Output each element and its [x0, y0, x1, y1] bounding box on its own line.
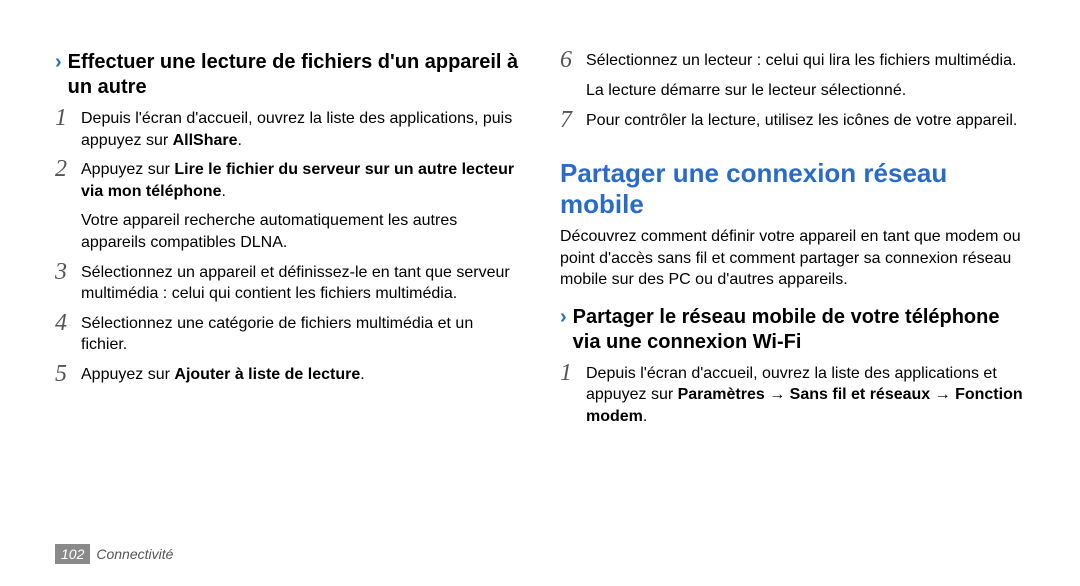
step-2: 2 Appuyez sur Lire le fichier du serveur… [55, 159, 520, 202]
right-subheading: › Partager le réseau mobile de votre tél… [560, 305, 1025, 355]
step-number: 5 [55, 362, 81, 386]
step-text: Depuis l'écran d'accueil, ouvrez la list… [81, 110, 512, 149]
step-number: 1 [560, 361, 586, 385]
page-number: 102 [55, 544, 90, 564]
page-footer: 102 Connectivité [55, 544, 173, 564]
step-bold: Ajouter à liste de lecture [174, 366, 360, 383]
step-5: 5 Appuyez sur Ajouter à liste de lecture… [55, 364, 520, 386]
step-1: 1 Depuis l'écran d'accueil, ouvrez la li… [55, 108, 520, 151]
step-body: Depuis l'écran d'accueil, ouvrez la list… [586, 363, 1025, 428]
arrow-sep: → [765, 386, 790, 403]
right-column: 6 Sélectionnez un lecteur : celui qui li… [560, 50, 1025, 556]
step-body: Sélectionnez un appareil et définissez-l… [81, 262, 520, 305]
chevron-icon: › [560, 305, 567, 330]
step-number: 7 [560, 108, 586, 132]
section-title: Partager une connexion réseau mobile [560, 158, 1025, 220]
step-4: 4 Sélectionnez une catégorie de fichiers… [55, 313, 520, 356]
step-number: 1 [55, 106, 81, 130]
page: › Effectuer une lecture de fichiers d'un… [0, 0, 1080, 586]
step-bold: AllShare [173, 132, 238, 149]
step-body: Sélectionnez une catégorie de fichiers m… [81, 313, 520, 356]
step-text-end: . [360, 366, 364, 383]
step-6: 6 Sélectionnez un lecteur : celui qui li… [560, 50, 1025, 72]
step-text-end: . [221, 183, 225, 200]
step-body: Pour contrôler la lecture, utilisez les … [586, 110, 1017, 132]
step-text: Appuyez sur [81, 366, 174, 383]
step-body: Appuyez sur Lire le fichier du serveur s… [81, 159, 520, 202]
step-number: 4 [55, 311, 81, 335]
arrow-sep: → [930, 386, 955, 403]
step-body: Sélectionnez un lecteur : celui qui lira… [586, 50, 1016, 72]
chevron-icon: › [55, 50, 62, 75]
step-bold: Paramètres [678, 386, 765, 403]
step-bold: Sans fil et réseaux [790, 386, 931, 403]
right-step-1: 1 Depuis l'écran d'accueil, ouvrez la li… [560, 363, 1025, 428]
step-3: 3 Sélectionnez un appareil et définissez… [55, 262, 520, 305]
step-text: Appuyez sur [81, 161, 174, 178]
step-2-after: Votre appareil recherche automatiquement… [81, 210, 520, 253]
step-body: Depuis l'écran d'accueil, ouvrez la list… [81, 108, 520, 151]
step-6-after: La lecture démarre sur le lecteur sélect… [586, 80, 1025, 102]
section-intro: Découvrez comment définir votre appareil… [560, 226, 1025, 291]
step-number: 2 [55, 157, 81, 181]
step-number: 6 [560, 48, 586, 72]
right-subheading-text: Partager le réseau mobile de votre télép… [573, 305, 1025, 355]
step-text-end: . [238, 132, 242, 149]
footer-section-name: Connectivité [96, 546, 173, 562]
left-subheading-text: Effectuer une lecture de fichiers d'un a… [68, 50, 520, 100]
left-column: › Effectuer une lecture de fichiers d'un… [55, 50, 520, 556]
step-7: 7 Pour contrôler la lecture, utilisez le… [560, 110, 1025, 132]
step-body: Appuyez sur Ajouter à liste de lecture. [81, 364, 365, 386]
step-number: 3 [55, 260, 81, 284]
step-text-end: . [643, 408, 647, 425]
left-subheading: › Effectuer une lecture de fichiers d'un… [55, 50, 520, 100]
